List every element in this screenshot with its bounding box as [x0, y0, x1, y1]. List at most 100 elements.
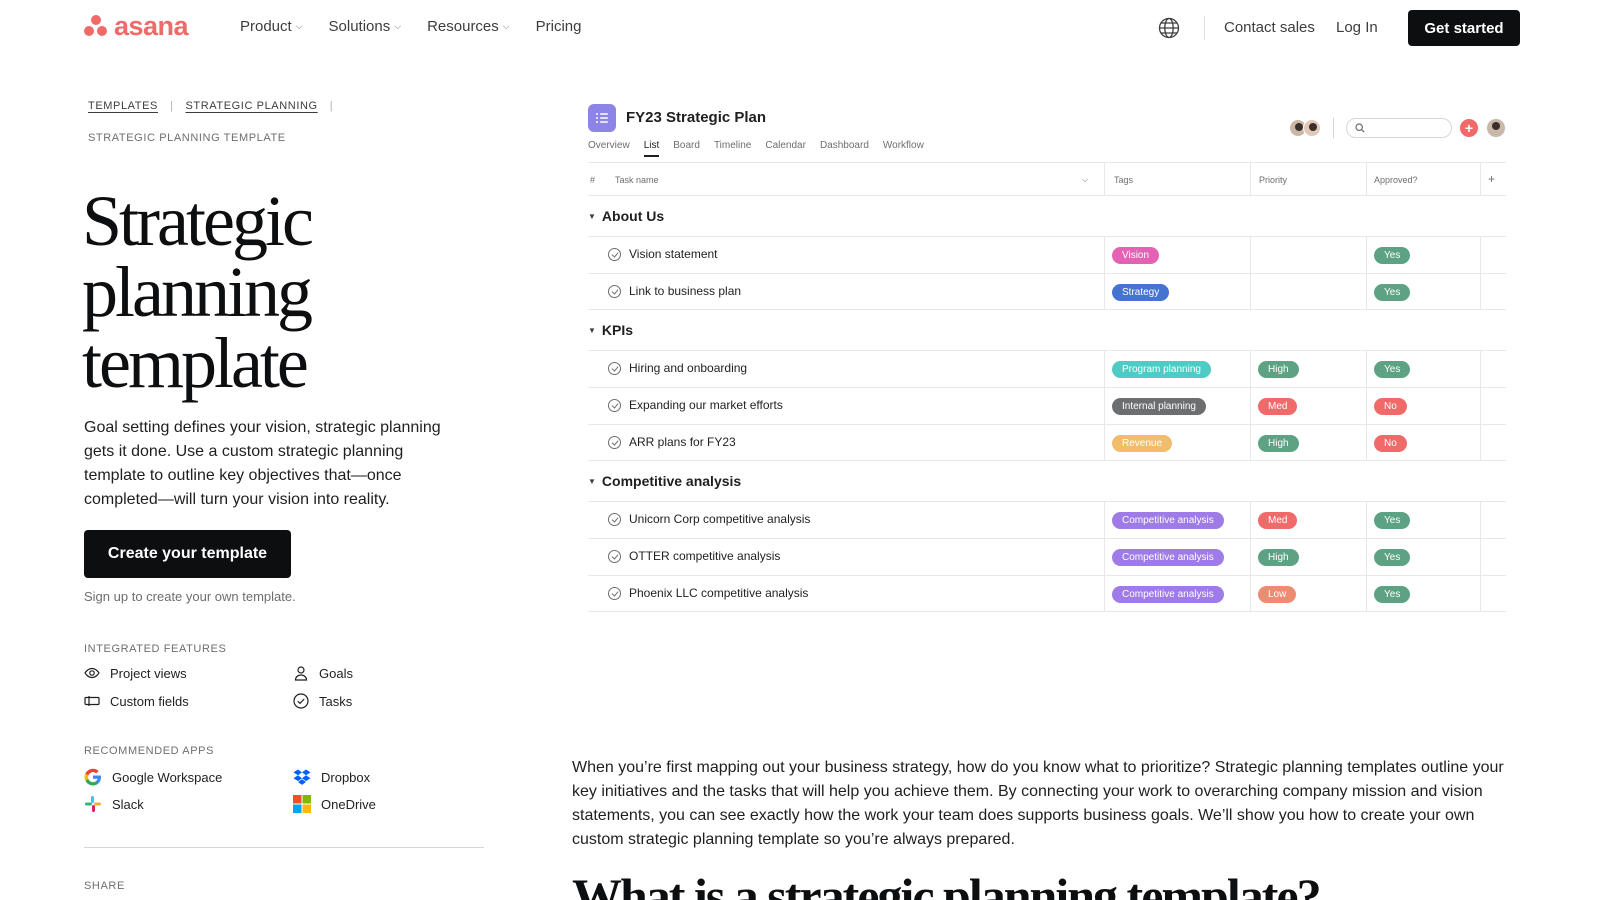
- task-row[interactable]: Vision statement Vision Yes: [588, 236, 1506, 273]
- task-row[interactable]: Hiring and onboarding Program planning Hig…: [588, 350, 1506, 387]
- caret-down-icon[interactable]: ▼: [588, 326, 596, 335]
- feature-project-views[interactable]: Project views: [84, 665, 187, 681]
- create-template-button[interactable]: Create your template: [84, 530, 291, 578]
- asana-logo-icon: [84, 15, 108, 37]
- task-name[interactable]: Unicorn Corp competitive analysis: [629, 512, 810, 526]
- tag-badge: Competitive analysis: [1112, 512, 1224, 529]
- nav-links: Product ⌵ Solutions ⌵ Resources ⌵ Pricing: [240, 18, 581, 35]
- tab-list[interactable]: List: [643, 140, 660, 157]
- column-divider: [1366, 539, 1367, 575]
- avatar[interactable]: [1303, 119, 1321, 137]
- priority-badge: Med: [1258, 512, 1298, 529]
- app-dropbox[interactable]: Dropbox: [293, 768, 370, 786]
- task-complete-checkbox[interactable]: [608, 247, 621, 261]
- nav-pricing[interactable]: Pricing: [536, 18, 582, 35]
- app-google-workspace[interactable]: Google Workspace: [84, 768, 222, 786]
- app-slack[interactable]: Slack: [84, 795, 144, 813]
- globe-icon[interactable]: [1158, 17, 1180, 39]
- search-icon: [1355, 123, 1365, 133]
- task-row[interactable]: Phoenix LLC competitive analysis Competit…: [588, 575, 1506, 612]
- section-header[interactable]: ▼ Competitive analysis: [588, 461, 1506, 501]
- section-header[interactable]: ▼ KPIs: [588, 310, 1506, 350]
- asana-logo[interactable]: asana: [84, 13, 189, 40]
- task-complete-checkbox[interactable]: [608, 549, 621, 563]
- column-task-name[interactable]: Task name: [615, 175, 659, 185]
- add-column-button[interactable]: +: [1488, 172, 1495, 186]
- section-name: KPIs: [601, 322, 634, 338]
- section-name: Competitive analysis: [601, 473, 742, 489]
- caret-down-icon[interactable]: ▼: [588, 477, 596, 486]
- section-rows: Unicorn Corp competitive analysis Competi…: [588, 501, 1506, 612]
- title-line: Strategic: [82, 181, 314, 261]
- column-priority[interactable]: Priority: [1259, 175, 1287, 185]
- member-avatars: [1289, 119, 1321, 137]
- section-name: About Us: [601, 208, 665, 224]
- task-complete-checkbox[interactable]: [608, 512, 621, 526]
- nav-solutions[interactable]: Solutions ⌵: [329, 18, 402, 35]
- dropbox-icon: [293, 769, 311, 785]
- breadcrumb-templates[interactable]: TEMPLATES: [88, 100, 158, 112]
- feature-tasks[interactable]: Tasks: [293, 693, 352, 709]
- column-divider: [1480, 539, 1481, 575]
- column-divider: [1366, 274, 1367, 309]
- tab-calendar[interactable]: Calendar: [765, 140, 806, 157]
- task-row[interactable]: ARR plans for FY23 Revenue High No: [588, 424, 1506, 461]
- task-name[interactable]: Expanding our market efforts: [629, 398, 783, 412]
- get-started-button[interactable]: Get started: [1408, 10, 1520, 46]
- task-complete-checkbox[interactable]: [608, 284, 621, 298]
- task-name[interactable]: Phoenix LLC competitive analysis: [629, 586, 808, 600]
- column-divider: [1366, 388, 1367, 424]
- article-heading: What is a strategic planning template?: [572, 868, 1322, 900]
- app-onedrive[interactable]: OneDrive: [293, 795, 376, 813]
- column-divider: [1480, 502, 1481, 538]
- nav-product-label: Product: [240, 18, 292, 35]
- feature-custom-fields[interactable]: Custom fields: [84, 693, 189, 709]
- task-complete-checkbox[interactable]: [608, 435, 621, 449]
- title-line: planning: [82, 252, 313, 332]
- task-row[interactable]: Expanding our market efforts Internal pla…: [588, 387, 1506, 424]
- features-label: INTEGRATED FEATURES: [84, 643, 227, 655]
- priority-badge: Low: [1258, 586, 1297, 603]
- task-row[interactable]: Unicorn Corp competitive analysis Competi…: [588, 501, 1506, 538]
- column-divider: [1366, 237, 1367, 273]
- chevron-down-icon[interactable]: ⌵: [1082, 175, 1088, 185]
- tab-timeline[interactable]: Timeline: [714, 140, 751, 157]
- approved-badge: Yes: [1374, 361, 1411, 378]
- caret-down-icon[interactable]: ▼: [588, 212, 596, 221]
- task-complete-checkbox[interactable]: [608, 361, 621, 375]
- task-row[interactable]: Link to business plan Strategy Yes: [588, 273, 1506, 310]
- tab-overview[interactable]: Overview: [588, 140, 630, 157]
- column-divider: [1480, 237, 1481, 273]
- task-name[interactable]: Hiring and onboarding: [629, 361, 747, 375]
- nav-resources[interactable]: Resources ⌵: [427, 18, 510, 35]
- breadcrumb-separator: |: [170, 100, 174, 112]
- add-button[interactable]: +: [1460, 119, 1478, 137]
- sidebar-divider: [84, 847, 484, 848]
- task-name[interactable]: Vision statement: [629, 247, 718, 261]
- section-header[interactable]: ▼ About Us: [588, 196, 1506, 236]
- tab-workflow[interactable]: Workflow: [883, 140, 924, 157]
- top-nav: asana Product ⌵ Solutions ⌵ Resources ⌵ Pri…: [0, 0, 1600, 56]
- column-tags[interactable]: Tags: [1114, 175, 1133, 185]
- task-complete-checkbox[interactable]: [608, 398, 621, 412]
- tab-dashboard[interactable]: Dashboard: [820, 140, 869, 157]
- breadcrumb-strategic-planning[interactable]: STRATEGIC PLANNING: [185, 100, 317, 112]
- task-name[interactable]: OTTER competitive analysis: [629, 549, 780, 563]
- contact-sales-link[interactable]: Contact sales: [1224, 19, 1315, 36]
- login-link[interactable]: Log In: [1336, 19, 1378, 36]
- task-name[interactable]: ARR plans for FY23: [629, 435, 736, 449]
- column-divider: [1480, 388, 1481, 424]
- chevron-down-icon: ⌵: [394, 21, 402, 31]
- nav-product[interactable]: Product ⌵: [240, 18, 303, 35]
- task-complete-checkbox[interactable]: [608, 586, 621, 600]
- task-name[interactable]: Link to business plan: [629, 284, 741, 298]
- tab-board[interactable]: Board: [673, 140, 700, 157]
- project-list-icon: [588, 104, 616, 132]
- user-avatar[interactable]: [1486, 118, 1506, 138]
- feature-goals[interactable]: Goals: [293, 665, 353, 681]
- tag-badge: Program planning: [1112, 361, 1211, 378]
- chevron-down-icon: ⌵: [295, 21, 303, 31]
- project-search-input[interactable]: [1346, 118, 1452, 138]
- column-approved[interactable]: Approved?: [1374, 175, 1418, 185]
- task-row[interactable]: OTTER competitive analysis Competitive an…: [588, 538, 1506, 575]
